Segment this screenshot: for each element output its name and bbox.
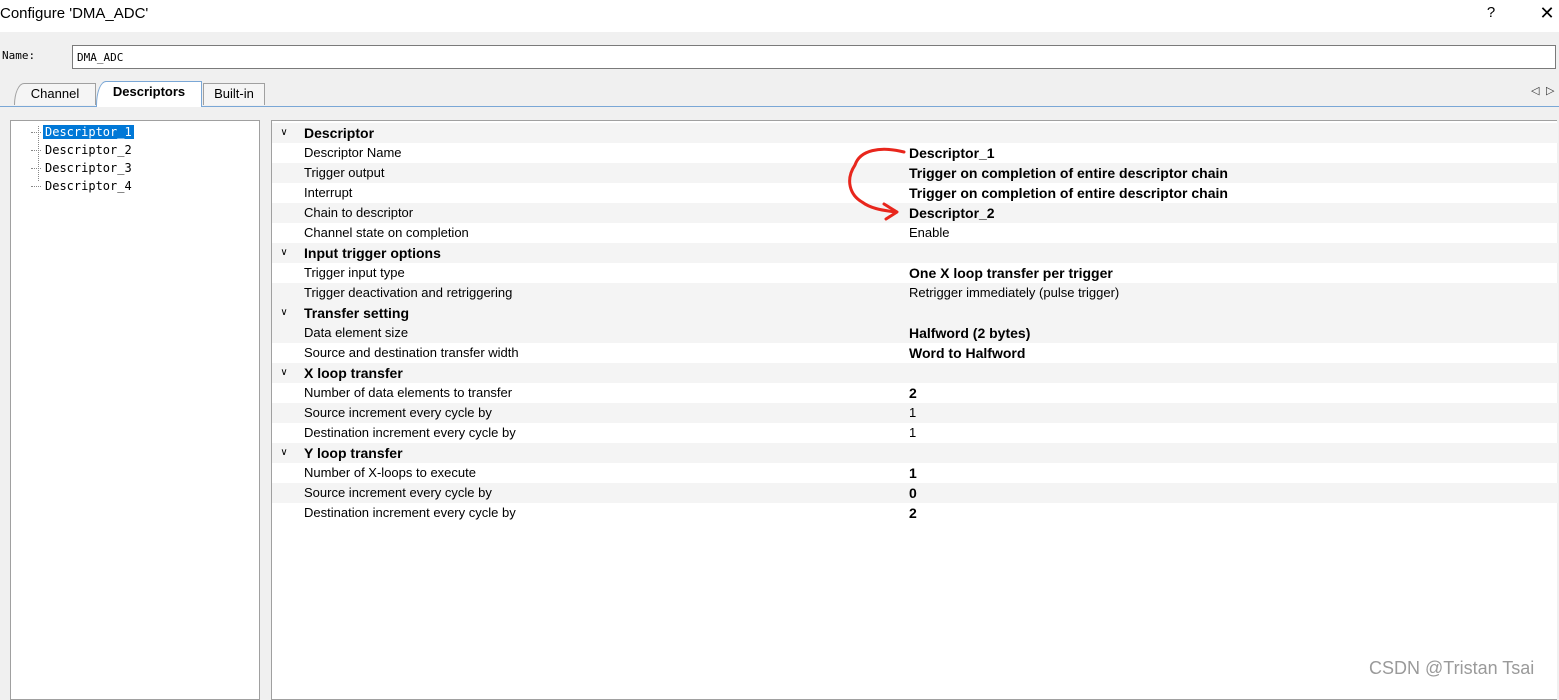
watermark: CSDN @Tristan Tsai [1369, 658, 1535, 678]
tree-item-label: Descriptor_1 [43, 125, 134, 139]
property-grid: ∨ Descriptor Descriptor Name Descriptor_1 Tr… [271, 120, 1558, 700]
tab-descriptors[interactable]: Descriptors [96, 81, 202, 107]
window-title: Configure 'DMA_ADC' [0, 5, 149, 22]
property-name: Trigger deactivation and retriggering [304, 285, 513, 300]
property-row[interactable]: Number of X-loops to execute 1 [272, 463, 1558, 483]
property-row[interactable]: Chain to descriptor Descriptor_2 [272, 203, 1558, 223]
chevron-down-icon[interactable]: ∨ [278, 123, 290, 143]
property-value[interactable]: One X loop transfer per trigger [909, 263, 1113, 283]
property-name: Data element size [304, 325, 409, 340]
tab-strip: Channel Descriptors Built-in ◁ ▷ [0, 80, 1559, 107]
tree-item-label: Descriptor_2 [45, 143, 132, 157]
category-label: Descriptor [304, 125, 375, 141]
property-value[interactable]: Descriptor_1 [909, 143, 995, 163]
property-name: Destination increment every cycle by [304, 425, 516, 440]
property-value[interactable]: 1 [909, 403, 916, 423]
property-name: Source and destination transfer width [304, 345, 519, 360]
property-row[interactable]: Source increment every cycle by 0 [272, 483, 1558, 503]
property-name: Channel state on completion [304, 225, 469, 240]
close-icon[interactable]: ✕ [1537, 3, 1557, 23]
property-value[interactable]: 2 [909, 383, 917, 403]
tab-built-in[interactable]: Built-in [203, 83, 265, 105]
category-row[interactable]: ∨ Transfer setting [272, 303, 1558, 323]
chevron-down-icon[interactable]: ∨ [278, 243, 290, 263]
tree-item-label: Descriptor_3 [45, 161, 132, 175]
category-label: Input trigger options [304, 245, 441, 261]
property-row[interactable]: Trigger deactivation and retriggering Ret… [272, 283, 1558, 303]
property-value[interactable]: Word to Halfword [909, 343, 1025, 363]
tree-guide-line [38, 126, 39, 181]
property-name: Trigger input type [304, 265, 405, 280]
category-row[interactable]: ∨ Descriptor [272, 123, 1558, 143]
tree-item-descriptor-4[interactable]: Descriptor_4 [31, 178, 134, 194]
tree-item-label: Descriptor_4 [45, 179, 132, 193]
property-row[interactable]: Data element size Halfword (2 bytes) [272, 323, 1558, 343]
property-name: Destination increment every cycle by [304, 505, 516, 520]
category-row[interactable]: ∨ Y loop transfer [272, 443, 1558, 463]
property-value[interactable]: Trigger on completion of entire descript… [909, 163, 1228, 183]
category-row[interactable]: ∨ X loop transfer [272, 363, 1558, 383]
tree-item-descriptor-1[interactable]: Descriptor_1 [31, 124, 134, 140]
property-name: Descriptor Name [304, 145, 402, 160]
tab-scroll-right-icon[interactable]: ▷ [1546, 84, 1554, 97]
property-row[interactable]: Number of data elements to transfer 2 [272, 383, 1558, 403]
property-value[interactable]: 1 [909, 423, 916, 443]
property-row[interactable]: Source increment every cycle by 1 [272, 403, 1558, 423]
category-label: Transfer setting [304, 305, 410, 321]
help-button[interactable]: ? [1483, 4, 1499, 21]
property-name: Interrupt [304, 185, 353, 200]
chevron-down-icon[interactable]: ∨ [278, 443, 290, 463]
property-value[interactable]: Descriptor_2 [909, 203, 995, 223]
property-name: Number of X-loops to execute [304, 465, 476, 480]
tree-connector [31, 186, 41, 187]
property-value[interactable]: 0 [909, 483, 917, 503]
tree-item-descriptor-3[interactable]: Descriptor_3 [31, 160, 134, 176]
category-label: X loop transfer [304, 365, 403, 381]
tab-channel[interactable]: Channel [14, 83, 96, 105]
name-label: Name: [2, 49, 36, 62]
name-input[interactable] [72, 45, 1556, 69]
category-row[interactable]: ∨ Input trigger options [272, 243, 1558, 263]
property-value[interactable]: Trigger on completion of entire descript… [909, 183, 1228, 203]
property-value[interactable]: 2 [909, 503, 917, 523]
tab-scroll-left-icon[interactable]: ◁ [1531, 84, 1539, 97]
property-row[interactable]: Channel state on completion Enable [272, 223, 1558, 243]
property-row[interactable]: Trigger output Trigger on completion of e… [272, 163, 1558, 183]
property-row[interactable]: Trigger input type One X loop transfer pe… [272, 263, 1558, 283]
chevron-down-icon[interactable]: ∨ [278, 363, 290, 383]
descriptor-tree: Descriptor_1 Descriptor_2 Descriptor_3 D… [10, 120, 260, 700]
tree-connector [31, 168, 41, 169]
property-row[interactable]: Source and destination transfer width Wor… [272, 343, 1558, 363]
property-row[interactable]: Interrupt Trigger on completion of entire… [272, 183, 1558, 203]
property-value[interactable]: Halfword (2 bytes) [909, 323, 1030, 343]
property-name: Source increment every cycle by [304, 485, 492, 500]
tree-connector [31, 150, 41, 151]
property-row[interactable]: Descriptor Name Descriptor_1 [272, 143, 1558, 163]
property-row[interactable]: Destination increment every cycle by 2 [272, 503, 1558, 523]
title-bar: Configure 'DMA_ADC' ? ✕ [0, 0, 1559, 32]
chevron-down-icon[interactable]: ∨ [278, 303, 290, 323]
property-value[interactable]: Retrigger immediately (pulse trigger) [909, 283, 1119, 303]
tree-connector [31, 132, 41, 133]
property-row[interactable]: Destination increment every cycle by 1 [272, 423, 1558, 443]
tree-item-descriptor-2[interactable]: Descriptor_2 [31, 142, 134, 158]
property-value[interactable]: Enable [909, 223, 949, 243]
property-name: Number of data elements to transfer [304, 385, 513, 400]
property-name: Chain to descriptor [304, 205, 414, 220]
property-name: Trigger output [304, 165, 385, 180]
property-name: Source increment every cycle by [304, 405, 492, 420]
property-value[interactable]: 1 [909, 463, 917, 483]
category-label: Y loop transfer [304, 445, 403, 461]
